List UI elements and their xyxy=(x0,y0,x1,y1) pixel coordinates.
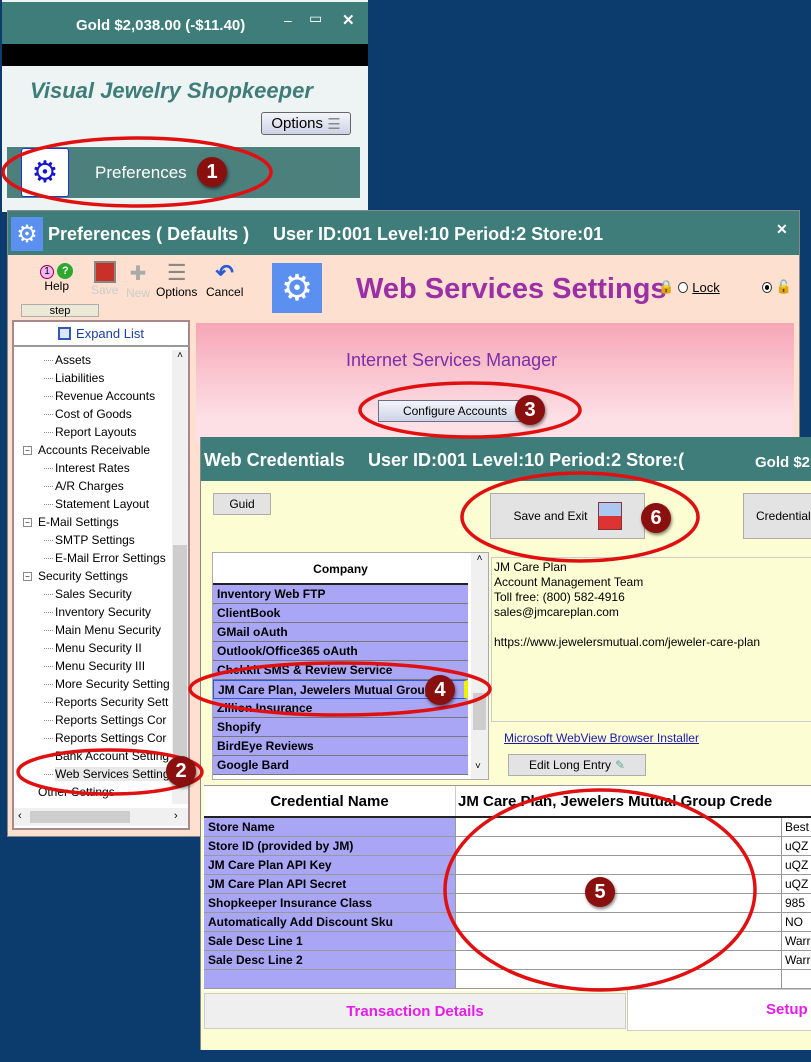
annotation-badge-6: 6 xyxy=(641,503,671,533)
annotation-badge-3: 3 xyxy=(515,395,545,425)
annotation-badge-1: 1 xyxy=(197,157,227,187)
annotation-ellipse-1 xyxy=(1,136,273,208)
annotation-ellipse-3 xyxy=(358,381,582,439)
annotation-badge-2: 2 xyxy=(166,756,196,786)
annotation-badge-5: 5 xyxy=(585,877,615,907)
annotation-overlay xyxy=(1,136,757,992)
annotation-badge-4: 4 xyxy=(425,675,455,705)
